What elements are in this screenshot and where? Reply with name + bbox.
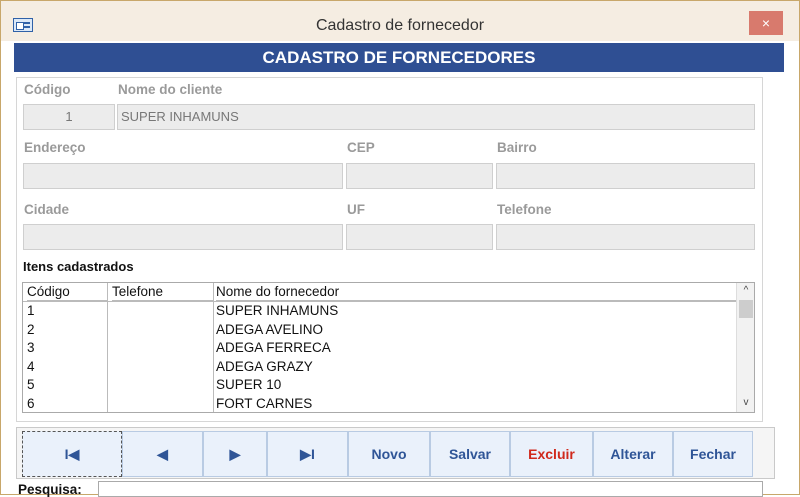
endereco-label: Endereço: [24, 140, 86, 155]
row-nome[interactable]: SUPER 10: [216, 376, 281, 395]
row-nome[interactable]: SUPER INHAMUNS: [216, 302, 338, 321]
app-window: Cadastro de fornecedor × CADASTRO DE FOR…: [0, 0, 800, 497]
row-codigo[interactable]: 6: [27, 395, 35, 413]
cep-label: CEP: [347, 140, 375, 155]
window-title: Cadastro de fornecedor: [315, 17, 485, 34]
row-codigo[interactable]: 5: [27, 376, 35, 395]
column-divider: [108, 283, 214, 412]
itens-cadastrados-label: Itens cadastrados: [23, 259, 134, 274]
header-divider: [23, 301, 736, 302]
row-nome[interactable]: FORT CARNES: [216, 395, 312, 413]
endereco-field[interactable]: [23, 163, 343, 189]
column-header-codigo[interactable]: Código: [27, 283, 108, 301]
last-record-button[interactable]: ▶I: [267, 431, 348, 477]
close-button[interactable]: ×: [749, 11, 783, 35]
previous-record-button[interactable]: ◀: [122, 431, 203, 477]
nome-cliente-field[interactable]: SUPER INHAMUNS: [117, 104, 755, 130]
row-nome[interactable]: ADEGA AVELINO: [216, 321, 323, 340]
cep-field[interactable]: [346, 163, 493, 189]
bairro-label: Bairro: [497, 140, 537, 155]
cidade-label: Cidade: [24, 202, 70, 217]
alterar-button[interactable]: Alterar: [593, 431, 673, 477]
excluir-button[interactable]: Excluir: [510, 431, 593, 477]
column-header-telefone[interactable]: Telefone: [112, 283, 214, 301]
next-record-button[interactable]: ▶: [203, 431, 267, 477]
title-bar: Cadastro de fornecedor ×: [1, 1, 799, 41]
salvar-button[interactable]: Salvar: [430, 431, 510, 477]
fechar-button[interactable]: Fechar: [673, 431, 753, 477]
telefone-label: Telefone: [497, 202, 552, 217]
cidade-field[interactable]: [23, 224, 343, 250]
row-nome[interactable]: ADEGA GRAZY: [216, 358, 313, 377]
first-record-button[interactable]: I◀: [22, 431, 122, 477]
codigo-label: Código: [24, 82, 71, 97]
novo-button[interactable]: Novo: [348, 431, 430, 477]
row-nome[interactable]: ADEGA FERRECA: [216, 339, 331, 358]
list-scrollbar[interactable]: ^ v: [736, 283, 754, 412]
bairro-field[interactable]: [496, 163, 755, 189]
row-codigo[interactable]: 2: [27, 321, 35, 340]
row-codigo[interactable]: 1: [27, 302, 35, 321]
uf-field[interactable]: [346, 224, 493, 250]
uf-label: UF: [347, 202, 365, 217]
fornecedores-list[interactable]: Código Telefone Nome do fornecedor 1 SUP…: [22, 282, 755, 413]
column-divider: [23, 283, 108, 412]
scroll-down-icon[interactable]: v: [737, 395, 755, 411]
telefone-field[interactable]: [496, 224, 755, 250]
row-codigo[interactable]: 4: [27, 358, 35, 377]
codigo-field[interactable]: 1: [23, 104, 115, 130]
row-codigo[interactable]: 3: [27, 339, 35, 358]
nome-cliente-label: Nome do cliente: [118, 82, 223, 97]
form-header-title: CADASTRO DE FORNECEDORES: [14, 43, 784, 72]
scroll-thumb[interactable]: [739, 300, 753, 318]
column-header-nome[interactable]: Nome do fornecedor: [216, 283, 736, 301]
scroll-up-icon[interactable]: ^: [737, 283, 755, 299]
